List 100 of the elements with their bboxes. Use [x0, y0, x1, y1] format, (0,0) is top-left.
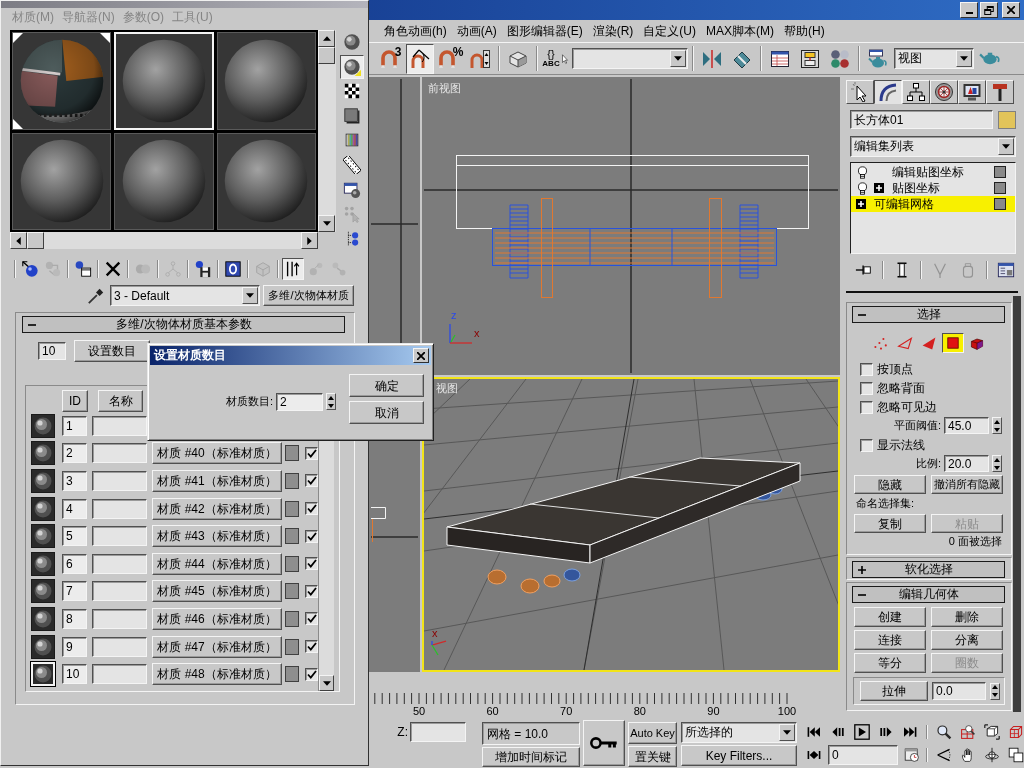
color-swatch-icon[interactable]: [285, 500, 299, 517]
percent-snap-button[interactable]: %: [436, 43, 464, 74]
material-type-button[interactable]: 多维/次物体材质: [263, 285, 354, 306]
vertical-scrollbar[interactable]: [318, 30, 336, 232]
checkbox[interactable]: [860, 382, 873, 395]
spinner[interactable]: [992, 455, 1002, 472]
viewport-label[interactable]: 前视图: [428, 81, 461, 96]
extrude-button[interactable]: 拉伸: [860, 681, 928, 701]
modify-tab[interactable]: [874, 80, 902, 104]
ok-button[interactable]: 确定: [349, 374, 424, 397]
checkbox[interactable]: [305, 640, 318, 654]
id-field[interactable]: 8: [62, 608, 87, 629]
show-end-result-button[interactable]: [282, 258, 304, 280]
sub-material-button[interactable]: 材质 #48（标准材质）: [152, 663, 282, 686]
rollout-header[interactable]: 软化选择: [852, 561, 1005, 578]
checkbox[interactable]: [305, 612, 318, 626]
scroll-left-button[interactable]: [10, 232, 27, 249]
color-swatch-icon[interactable]: [285, 555, 299, 572]
name-field[interactable]: [92, 498, 147, 519]
scroll-down-button[interactable]: [319, 675, 334, 691]
sub-material-button[interactable]: 材质 #42（标准材质）: [152, 497, 282, 520]
checkbox[interactable]: [305, 529, 318, 543]
divide-button[interactable]: 等分: [854, 653, 926, 673]
snap-toggle-button[interactable]: 3: [376, 43, 404, 74]
get-material-button[interactable]: [19, 258, 41, 280]
detach-button[interactable]: 分离: [931, 630, 1003, 650]
scroll-thumb[interactable]: [318, 47, 335, 64]
spinner[interactable]: [992, 417, 1002, 434]
checkbox[interactable]: [860, 439, 873, 452]
name-field[interactable]: [92, 471, 147, 491]
rollout-header[interactable]: 多维/次物体材质基本参数: [22, 316, 345, 333]
name-field[interactable]: [92, 636, 147, 657]
render-type-dropdown[interactable]: 视图: [894, 48, 974, 69]
id-field[interactable]: 1: [62, 415, 87, 436]
scroll-up-button[interactable]: [318, 30, 335, 47]
utilities-tab[interactable]: [986, 80, 1014, 104]
color-swatch-icon[interactable]: [285, 473, 299, 489]
panel-scrollbar[interactable]: [1013, 296, 1021, 712]
material-name-dropdown[interactable]: 3 - Default: [110, 285, 260, 306]
menu-item[interactable]: 动画(A): [456, 22, 497, 40]
checkbox[interactable]: [305, 557, 318, 571]
set-number-button[interactable]: 设置数目: [74, 340, 150, 362]
hide-button[interactable]: 隐藏: [854, 475, 926, 494]
id-field[interactable]: 4: [62, 498, 87, 519]
color-swatch-icon[interactable]: [285, 583, 299, 600]
rollout-header[interactable]: 选择: [852, 306, 1005, 323]
modifier-list-dropdown[interactable]: 编辑集列表: [850, 136, 1016, 157]
checkbox[interactable]: [305, 502, 318, 516]
close-button[interactable]: [1002, 2, 1020, 18]
name-field[interactable]: [92, 443, 147, 464]
horizontal-scrollbar[interactable]: [10, 232, 318, 249]
key-filters-button[interactable]: Key Filters...: [681, 745, 797, 766]
auto-key-button[interactable]: Auto Key: [628, 722, 677, 744]
name-field[interactable]: [92, 608, 147, 629]
id-field[interactable]: 10: [62, 664, 87, 685]
backlight-button[interactable]: [339, 54, 364, 79]
effects-channel-button[interactable]: [222, 258, 244, 280]
color-swatch-icon[interactable]: [285, 638, 299, 655]
sub-material-button[interactable]: 材质 #40（标准材质）: [152, 442, 282, 465]
scroll-right-button[interactable]: [301, 232, 318, 249]
sub-material-button[interactable]: 材质 #46（标准材质）: [152, 607, 282, 630]
checkbox[interactable]: [860, 363, 873, 376]
id-field[interactable]: 2: [62, 443, 87, 464]
color-swatch-icon[interactable]: [285, 528, 299, 545]
maximize-toggle-button[interactable]: [1006, 745, 1024, 765]
color-swatch-icon[interactable]: [285, 445, 299, 462]
name-field[interactable]: [92, 553, 147, 574]
minimize-button[interactable]: [960, 2, 978, 18]
color-swatch-icon[interactable]: [285, 610, 299, 627]
id-field[interactable]: 5: [62, 526, 87, 547]
spinner[interactable]: [990, 682, 1000, 700]
name-field[interactable]: [92, 526, 147, 547]
frame-field[interactable]: 0: [828, 745, 898, 765]
material-count-field[interactable]: 2: [276, 392, 323, 411]
named-selection-button[interactable]: {} ABC: [542, 43, 570, 74]
menu-item[interactable]: 角色动画(h): [384, 22, 447, 40]
extrude-amount-field[interactable]: 0.0: [932, 682, 986, 700]
name-field[interactable]: [92, 415, 147, 436]
checkbox[interactable]: [305, 446, 318, 460]
zoom-button[interactable]: [934, 722, 954, 742]
column-header[interactable]: 名称: [98, 390, 143, 412]
sub-material-button[interactable]: 材质 #43（标准材质）: [152, 525, 282, 548]
time-configuration-button[interactable]: [902, 745, 922, 765]
viewport[interactable]: 视图 x: [422, 377, 840, 672]
play-button[interactable]: [852, 722, 872, 742]
delete-button[interactable]: 删除: [931, 607, 1003, 627]
zoom-all-button[interactable]: [958, 722, 978, 742]
checkbox[interactable]: [305, 667, 318, 681]
motion-tab[interactable]: [930, 80, 958, 104]
restore-button[interactable]: [980, 2, 998, 18]
viewport-label[interactable]: 视图: [436, 381, 458, 396]
sample-slot[interactable]: [12, 32, 112, 130]
create-tab[interactable]: [846, 80, 874, 104]
set-key-mode-button[interactable]: 置关键: [628, 746, 677, 767]
menu-item[interactable]: 渲染(R): [592, 22, 634, 40]
copy-button[interactable]: 复制: [854, 514, 926, 533]
scroll-thumb[interactable]: [27, 232, 44, 249]
viewport[interactable]: 前视图 z x: [422, 77, 840, 375]
column-header[interactable]: ID: [62, 390, 88, 412]
id-field[interactable]: 3: [62, 471, 87, 491]
